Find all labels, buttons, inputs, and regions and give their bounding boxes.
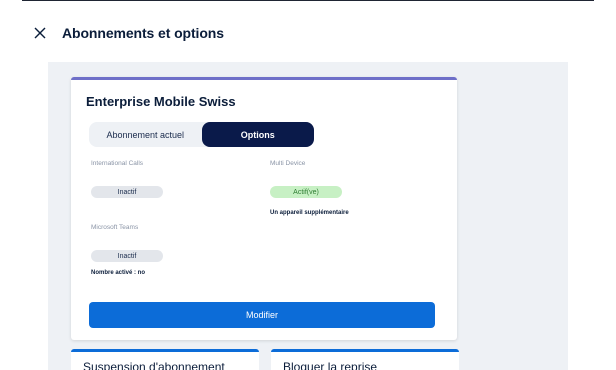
tab-current-subscription[interactable]: Abonnement actuel [89, 122, 202, 147]
page-title: Abonnements et options [62, 25, 224, 41]
suspension-card-title: Suspension d'abonnement [83, 360, 225, 370]
multi-device-note: Un appareil supplémentaire [270, 210, 349, 216]
close-icon [34, 27, 46, 39]
subscription-title: Enterprise Mobile Swiss [86, 94, 236, 109]
status-badge-multi-device: Actif(ve) [270, 186, 342, 198]
block-porting-card[interactable]: Bloquer la reprise [271, 349, 459, 370]
teams-activated-count: Nombre activé : no [91, 270, 146, 276]
page-header: Abonnements et options [30, 23, 224, 43]
modify-button[interactable]: Modifier [89, 302, 435, 328]
suspension-card[interactable]: Suspension d'abonnement [71, 349, 259, 370]
tab-options[interactable]: Options [201, 122, 314, 147]
status-badge-microsoft-teams: Inactif [91, 250, 163, 262]
block-porting-card-title: Bloquer la reprise [283, 360, 378, 370]
option-label-multi-device: Multi Device [270, 160, 306, 167]
close-button[interactable] [30, 23, 50, 43]
option-label-microsoft-teams: Microsoft Teams [91, 224, 139, 231]
option-label-international-calls: International Calls [91, 160, 144, 167]
tab-switcher: Abonnement actuel Options [89, 122, 314, 147]
top-divider [22, 0, 594, 1]
subscription-card: Enterprise Mobile Swiss Abonnement actue… [71, 77, 457, 340]
status-badge-international-calls: Inactif [91, 186, 163, 198]
